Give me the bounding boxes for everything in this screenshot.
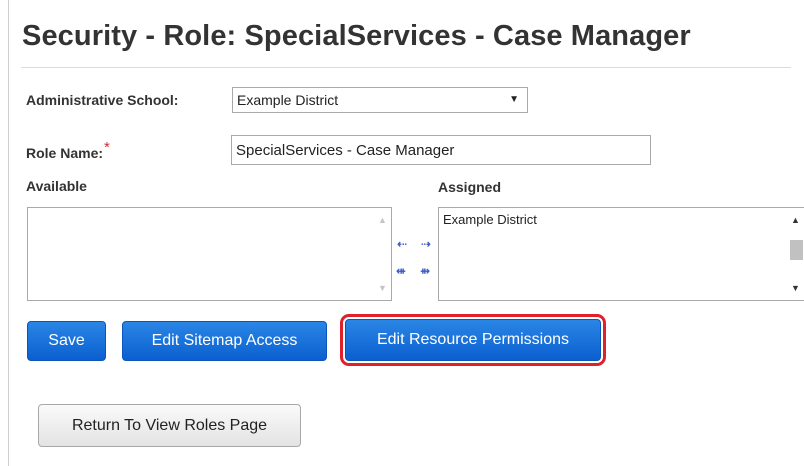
scroll-down-icon[interactable]: ▼	[374, 282, 391, 294]
admin-school-select[interactable]: Example District ▼	[232, 87, 528, 113]
required-marker: *	[104, 139, 110, 156]
scroll-up-icon[interactable]: ▲	[787, 214, 804, 226]
move-right-icon[interactable]: ⇢	[421, 238, 431, 250]
role-name-label: Role Name:*	[26, 139, 110, 162]
available-scrollbar[interactable]: ▲ ▼	[374, 208, 391, 300]
role-name-input[interactable]	[231, 135, 651, 165]
title-divider	[21, 67, 791, 68]
move-all-left-icon[interactable]: ⇺	[396, 265, 406, 277]
move-all-right-icon[interactable]: ⇻	[420, 265, 430, 277]
list-item[interactable]: Example District	[439, 208, 804, 227]
page-title: Security - Role: SpecialServices - Case …	[22, 20, 691, 52]
chevron-down-icon: ▼	[509, 94, 519, 105]
available-label: Available	[26, 178, 87, 194]
assigned-listbox[interactable]: Example District ▲ ▼	[438, 207, 804, 301]
assigned-label: Assigned	[438, 179, 502, 195]
admin-school-value: Example District	[237, 92, 339, 108]
save-button[interactable]: Save	[27, 321, 106, 361]
edit-sitemap-access-button[interactable]: Edit Sitemap Access	[122, 321, 327, 361]
scroll-thumb[interactable]	[790, 240, 803, 260]
available-listbox[interactable]: ▲ ▼	[27, 207, 392, 301]
admin-school-label: Administrative School:	[26, 92, 179, 108]
return-to-view-roles-button[interactable]: Return To View Roles Page	[38, 404, 301, 447]
scroll-up-icon[interactable]: ▲	[374, 214, 391, 226]
move-left-icon[interactable]: ⇠	[397, 238, 407, 250]
role-name-label-text: Role Name:	[26, 145, 104, 161]
assigned-scrollbar[interactable]: ▲ ▼	[787, 208, 804, 300]
edit-resource-permissions-button[interactable]: Edit Resource Permissions	[340, 314, 606, 366]
scroll-down-icon[interactable]: ▼	[787, 282, 804, 294]
